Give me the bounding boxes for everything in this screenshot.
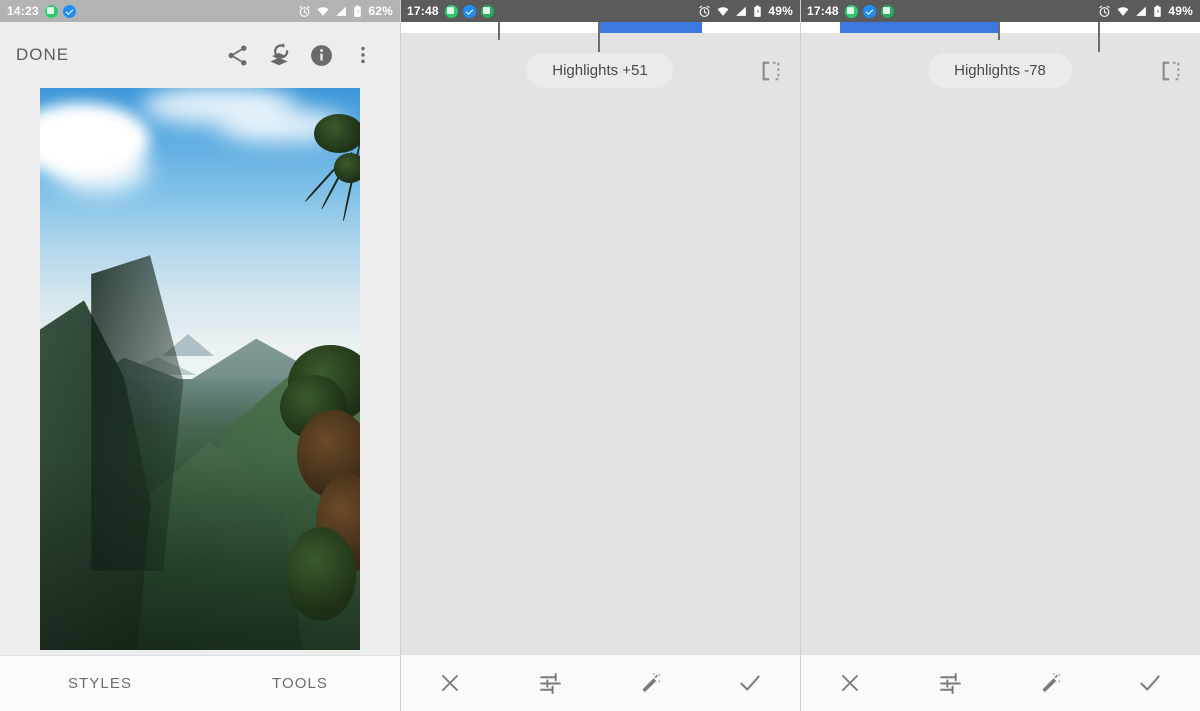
done-button[interactable]: DONE: [16, 45, 69, 65]
info-icon[interactable]: [300, 34, 342, 76]
status-time: 17:48: [807, 4, 839, 18]
slider-fill: [600, 22, 702, 33]
slider-fill: [840, 22, 998, 33]
bottom-tab-bar: STYLES TOOLS: [0, 655, 400, 711]
app-notification-icon: [44, 4, 58, 18]
panel-divider: [400, 0, 401, 711]
compare-split-icon[interactable]: [760, 60, 782, 87]
panel-editor-home: 14:23 62% DONE STYLES TOOLS: [0, 0, 400, 711]
overflow-menu-icon[interactable]: [342, 34, 384, 76]
verified-check-icon: [862, 4, 876, 18]
status-bar: 17:48 49%: [400, 0, 800, 22]
apply-button[interactable]: [1100, 655, 1200, 711]
battery-icon: [354, 5, 362, 17]
highlights-slider[interactable]: [800, 22, 1200, 52]
auto-enhance-button[interactable]: [1000, 655, 1100, 711]
battery-icon: [1154, 5, 1162, 17]
cancel-button[interactable]: [800, 655, 900, 711]
apply-button[interactable]: [700, 655, 800, 711]
panel-highlights-minus: 17:48 49% Highlights -78: [800, 0, 1200, 711]
tool-value-pill: Highlights -78: [928, 53, 1072, 88]
bottom-divider: [0, 655, 400, 656]
slider-tick: [1098, 22, 1100, 52]
panel-highlights-plus: 17:48 49% Highlights +51: [400, 0, 800, 711]
whatsapp-icon: [844, 4, 858, 18]
revert-stack-icon[interactable]: [258, 34, 300, 76]
share-icon[interactable]: [216, 34, 258, 76]
whatsapp-icon: [444, 4, 458, 18]
auto-enhance-button[interactable]: [600, 655, 700, 711]
status-bar: 17:48 49%: [800, 0, 1200, 22]
battery-percent: 49%: [768, 4, 793, 18]
wifi-icon: [317, 6, 329, 16]
status-time: 17:48: [407, 4, 439, 18]
status-right-icons: 49%: [698, 4, 793, 18]
status-time: 14:23: [7, 4, 39, 18]
tab-tools[interactable]: TOOLS: [200, 675, 400, 692]
battery-percent: 62%: [368, 4, 393, 18]
adjust-button[interactable]: [900, 655, 1000, 711]
verified-check-icon: [62, 4, 76, 18]
photo-preview[interactable]: [40, 86, 360, 650]
highlights-slider[interactable]: [400, 22, 800, 52]
alarm-icon: [699, 5, 711, 17]
wifi-icon: [1117, 6, 1129, 16]
signal-icon: [336, 6, 347, 16]
alarm-icon: [299, 5, 311, 17]
whatsapp-business-icon: [880, 4, 894, 18]
status-bar: 14:23 62%: [0, 0, 400, 22]
slider-tick: [498, 22, 500, 40]
tool-action-bar: [800, 655, 1200, 711]
compare-split-icon[interactable]: [1160, 60, 1182, 87]
cancel-button[interactable]: [400, 655, 500, 711]
adjust-button[interactable]: [500, 655, 600, 711]
panel-divider: [800, 0, 801, 711]
status-left-icons: [844, 4, 894, 18]
three-panel-screenshot: 14:23 62% DONE STYLES TOOLS 17:48 49% Hi…: [0, 0, 1200, 711]
editor-top-bar: DONE: [0, 22, 400, 88]
slider-tick: [998, 22, 1000, 40]
tool-action-bar: [400, 655, 800, 711]
status-right-icons: 49%: [1098, 4, 1193, 18]
tab-styles[interactable]: STYLES: [0, 675, 200, 692]
verified-check-icon: [462, 4, 476, 18]
battery-icon: [754, 5, 762, 17]
status-right-icons: 62%: [298, 4, 393, 18]
signal-icon: [736, 6, 747, 16]
alarm-icon: [1099, 5, 1111, 17]
whatsapp-business-icon: [480, 4, 494, 18]
battery-percent: 49%: [1168, 4, 1193, 18]
slider-tick: [598, 22, 600, 52]
wifi-icon: [717, 6, 729, 16]
tool-value-pill: Highlights +51: [526, 53, 674, 88]
status-left-icons: [44, 4, 76, 18]
signal-icon: [1136, 6, 1147, 16]
status-left-icons: [444, 4, 494, 18]
